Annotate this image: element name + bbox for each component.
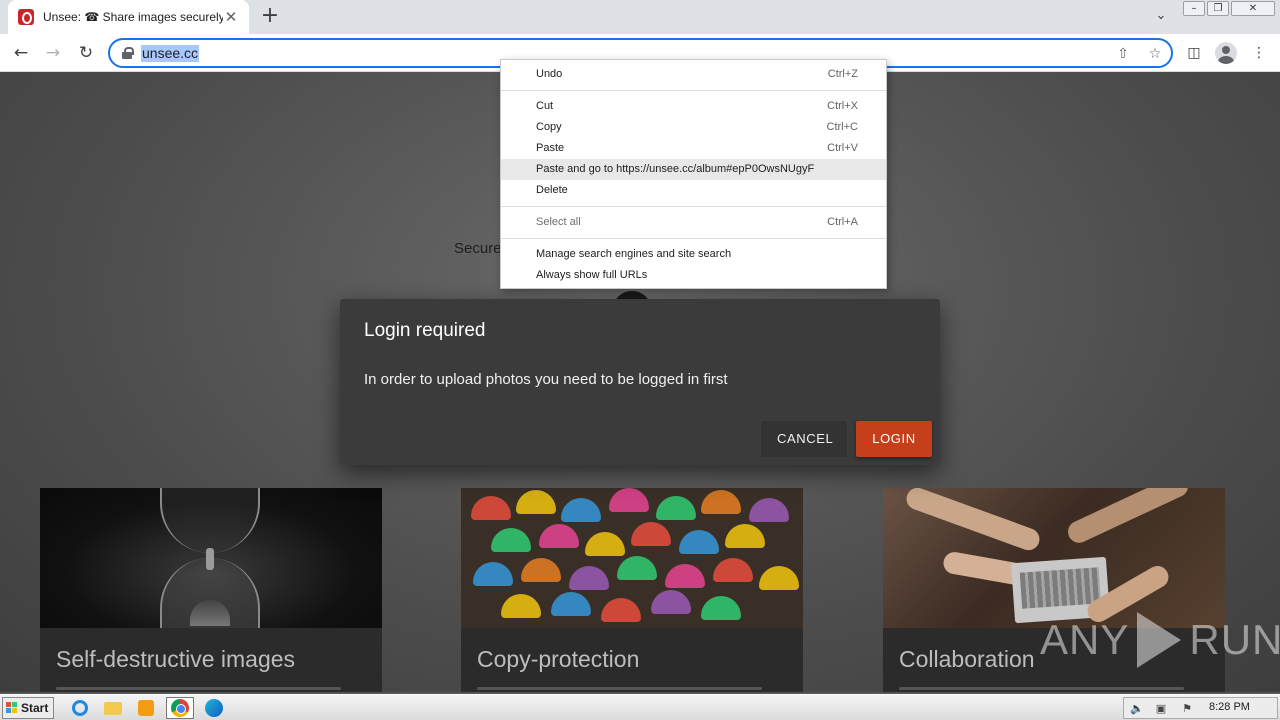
window-close-button[interactable]: ✕ — [1231, 1, 1275, 16]
folder-icon — [104, 701, 122, 715]
url-text[interactable]: unsee.cc — [141, 45, 200, 62]
menu-item-label: Manage search engines and site search — [536, 248, 732, 260]
menu-item-copy[interactable]: Copy Ctrl+C — [501, 117, 886, 138]
menu-item-label: Paste — [536, 142, 565, 154]
menu-item-label: Paste and go to https://unsee.cc/album#e… — [536, 163, 815, 175]
card-title: Self-destructive images — [56, 646, 296, 672]
card-description — [56, 686, 366, 692]
card-title: Copy-protection — [477, 646, 640, 672]
menu-item-cut[interactable]: Cut Ctrl+X — [501, 96, 886, 117]
side-panel-icon[interactable]: ◫ — [1184, 43, 1204, 63]
browser-tab[interactable]: Unsee: ☎ Share images securely ✕ — [8, 0, 249, 34]
minimize-button[interactable]: – — [1183, 1, 1205, 16]
dialog-message: In order to upload photos you need to be… — [364, 371, 728, 388]
windows-taskbar: Start 🔈 ▣ ⚑ 8:28 PM — [0, 694, 1280, 720]
close-tab-icon[interactable]: ✕ — [223, 9, 239, 25]
taskbar-explorer-button[interactable] — [99, 697, 127, 719]
more-menu-icon[interactable]: ⋮ — [1249, 43, 1269, 63]
menu-item-label: Always show full URLs — [536, 269, 648, 281]
feature-card-copy-protection: Copy-protection — [461, 488, 803, 692]
edge-icon — [205, 699, 223, 717]
restore-button[interactable]: ❐ — [1207, 1, 1229, 16]
tab-search-chevron-icon[interactable]: ⌄ — [1152, 8, 1170, 26]
card-description — [477, 686, 787, 692]
card-title: Collaboration — [899, 646, 1035, 672]
umbrellas-image — [461, 488, 803, 628]
cancel-button[interactable]: CANCEL — [761, 421, 847, 457]
hero-text: Secure — [454, 240, 502, 257]
dialog-title: Login required — [364, 320, 486, 341]
flag-icon[interactable]: ⚑ — [1180, 702, 1194, 716]
menu-separator — [501, 206, 886, 207]
internet-explorer-icon — [72, 700, 88, 716]
watermark-text-left: ANY — [1040, 616, 1130, 663]
windows-logo-icon — [6, 702, 18, 714]
share-icon[interactable]: ⇧ — [1114, 45, 1132, 63]
collaboration-image — [883, 488, 1225, 628]
profile-avatar-icon[interactable] — [1215, 42, 1237, 64]
menu-item-shortcut: Ctrl+V — [827, 142, 858, 154]
address-bar-context-menu: Undo Ctrl+Z Cut Ctrl+X Copy Ctrl+C Paste… — [500, 59, 887, 289]
window-controls: – ❐ ✕ — [1183, 1, 1275, 16]
menu-item-shortcut: Ctrl+A — [827, 216, 858, 228]
menu-item-paste[interactable]: Paste Ctrl+V — [501, 138, 886, 159]
tab-strip: Unsee: ☎ Share images securely ✕ + ⌄ – ❐… — [0, 0, 1280, 34]
menu-item-show-full-urls[interactable]: Always show full URLs — [501, 265, 886, 286]
back-arrow-icon[interactable]: ← — [9, 41, 33, 65]
start-button[interactable]: Start — [2, 697, 54, 719]
tab-title: Unsee: ☎ Share images securely — [43, 10, 223, 24]
menu-separator — [501, 90, 886, 91]
unsee-favicon-icon — [18, 9, 34, 25]
reload-icon[interactable]: ↻ — [74, 41, 98, 65]
taskbar-clock[interactable]: 8:28 PM — [1209, 701, 1250, 713]
anyrun-watermark: ANY RUN — [1040, 612, 1280, 668]
play-triangle-icon — [1137, 612, 1182, 668]
feature-card-self-destructive: Self-destructive images — [40, 488, 382, 692]
menu-item-label: Copy — [536, 121, 562, 133]
login-button[interactable]: LOGIN — [856, 421, 932, 457]
taskbar-ie-button[interactable] — [66, 697, 94, 719]
volume-icon[interactable]: 🔈 — [1130, 702, 1144, 716]
menu-item-select-all[interactable]: Select all Ctrl+A — [501, 212, 886, 233]
watermark-text-right: RUN — [1189, 616, 1280, 663]
bookmark-star-icon[interactable]: ☆ — [1146, 45, 1164, 63]
new-tab-button[interactable]: + — [259, 5, 281, 28]
menu-item-delete[interactable]: Delete — [501, 180, 886, 201]
network-icon[interactable]: ▣ — [1154, 702, 1168, 716]
card-description — [899, 686, 1209, 692]
menu-item-paste-and-go[interactable]: Paste and go to https://unsee.cc/album#e… — [501, 159, 886, 180]
menu-item-manage-search-engines[interactable]: Manage search engines and site search — [501, 244, 886, 265]
lock-icon[interactable] — [122, 47, 134, 59]
login-required-dialog: Login required In order to upload photos… — [340, 299, 940, 465]
menu-item-label: Select all — [536, 216, 581, 228]
menu-item-shortcut: Ctrl+C — [826, 121, 858, 133]
menu-item-label: Cut — [536, 100, 554, 112]
forward-arrow-icon[interactable]: → — [41, 41, 65, 65]
hourglass-image — [40, 488, 382, 628]
chrome-icon — [171, 699, 189, 717]
menu-item-shortcut: Ctrl+X — [827, 100, 858, 112]
menu-item-shortcut: Ctrl+Z — [827, 68, 858, 80]
taskbar-chrome-button[interactable] — [166, 697, 194, 719]
media-player-icon — [138, 700, 154, 716]
taskbar-media-button[interactable] — [132, 697, 160, 719]
menu-separator — [501, 238, 886, 239]
system-tray: 🔈 ▣ ⚑ 8:28 PM — [1123, 697, 1278, 719]
start-label: Start — [21, 701, 49, 715]
menu-item-label: Delete — [536, 184, 568, 196]
taskbar-edge-button[interactable] — [200, 697, 228, 719]
menu-item-undo[interactable]: Undo Ctrl+Z — [501, 64, 886, 85]
menu-item-label: Undo — [536, 68, 563, 80]
